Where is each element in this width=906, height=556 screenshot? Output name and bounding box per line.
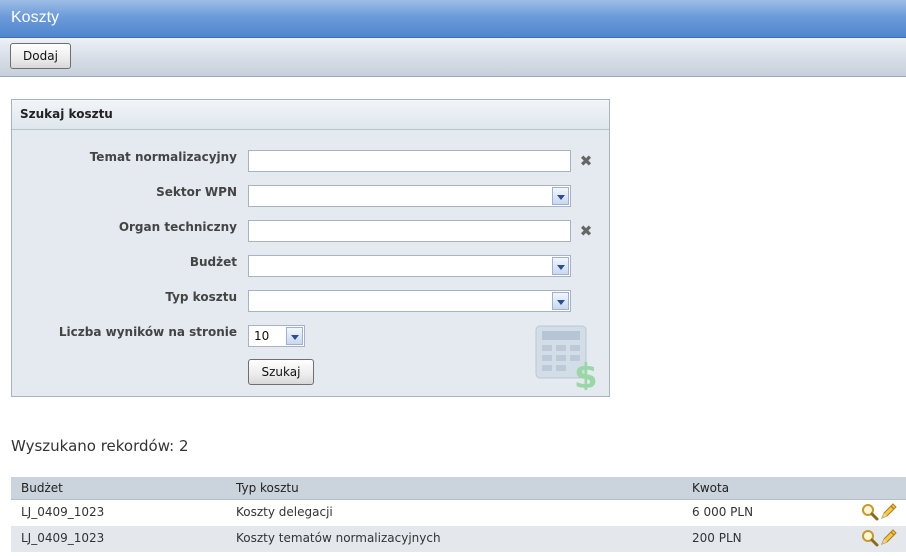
- per-page-label: Liczba wyników na stronie: [58, 325, 237, 339]
- table-row: LJ_0409_1023 Koszty delegacji 6 000 PLN: [11, 500, 906, 526]
- cost-type-select[interactable]: [248, 290, 571, 312]
- budget-label: Budżet: [189, 255, 237, 269]
- search-panel-title: Szukaj kosztu: [20, 107, 113, 121]
- pencil-icon[interactable]: [879, 529, 897, 547]
- clear-topic-icon[interactable]: ✖: [578, 153, 594, 169]
- search-panel-header: Szukaj kosztu: [12, 100, 609, 130]
- row-budget: LJ_0409_1023: [21, 531, 105, 545]
- chevron-down-icon[interactable]: [286, 327, 303, 345]
- column-header-amount[interactable]: Kwota: [692, 481, 729, 495]
- search-panel: Szukaj kosztu Temat normalizacyjny ✖ Sek…: [11, 99, 610, 397]
- clear-tech-body-icon[interactable]: ✖: [578, 223, 594, 239]
- row-budget: LJ_0409_1023: [21, 505, 105, 519]
- sector-select[interactable]: [248, 185, 571, 207]
- result-count: Wyszukano rekordów: 2: [11, 437, 189, 455]
- per-page-value: 10: [254, 329, 270, 343]
- tech-body-label: Organ techniczny: [118, 220, 237, 234]
- column-header-cost-type[interactable]: Typ kosztu: [236, 481, 299, 495]
- budget-select[interactable]: [248, 255, 571, 277]
- row-cost-type: Koszty tematów normalizacyjnych: [236, 531, 441, 545]
- magnifier-icon[interactable]: [861, 529, 879, 547]
- toolbar: Dodaj: [0, 38, 906, 77]
- chevron-down-icon[interactable]: [552, 187, 569, 205]
- row-amount: 200 PLN: [692, 531, 742, 545]
- cost-type-label: Typ kosztu: [165, 290, 237, 304]
- pencil-icon[interactable]: [879, 503, 897, 521]
- topic-label: Temat normalizacyjny: [89, 150, 237, 164]
- per-page-select[interactable]: 10: [248, 325, 305, 347]
- search-button[interactable]: Szukaj: [248, 359, 314, 385]
- table-header: Budżet Typ kosztu Kwota: [11, 477, 906, 500]
- sector-label: Sektor WPN: [156, 185, 237, 199]
- chevron-down-icon[interactable]: [552, 292, 569, 310]
- svg-text:$: $: [574, 357, 598, 390]
- tech-body-input[interactable]: [248, 220, 571, 242]
- title-bar: Koszty: [0, 0, 906, 38]
- results-table: Budżet Typ kosztu Kwota LJ_0409_1023 Kos…: [11, 477, 906, 552]
- calculator-dollar-icon: $: [535, 325, 598, 390]
- row-actions: [861, 529, 897, 547]
- row-cost-type: Koszty delegacji: [236, 505, 333, 519]
- row-actions: [861, 503, 897, 521]
- row-amount: 6 000 PLN: [692, 505, 754, 519]
- magnifier-icon[interactable]: [861, 503, 879, 521]
- table-row: LJ_0409_1023 Koszty tematów normalizacyj…: [11, 526, 906, 552]
- window-title: Koszty: [11, 9, 60, 26]
- topic-input[interactable]: [248, 150, 571, 172]
- chevron-down-icon[interactable]: [552, 257, 569, 275]
- add-button[interactable]: Dodaj: [10, 43, 71, 69]
- column-header-budget[interactable]: Budżet: [21, 481, 63, 495]
